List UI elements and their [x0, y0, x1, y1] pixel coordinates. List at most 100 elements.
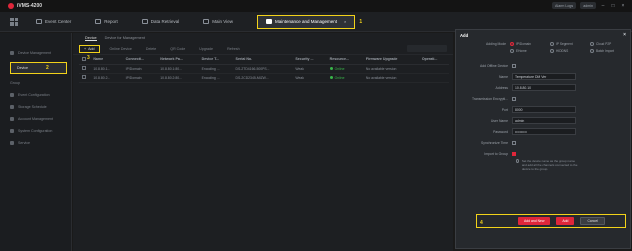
subtab-device[interactable]: Device: [85, 36, 97, 41]
sidebar-item-label: Service: [18, 141, 30, 145]
mode-ehome-radio[interactable]: EHome: [510, 49, 550, 53]
radio-label: EHome: [516, 49, 527, 53]
radio-icon: [510, 49, 514, 53]
column-header[interactable]: Firmware Upgrade: [362, 55, 419, 65]
alarm-logs-button[interactable]: Alarm Logs: [552, 2, 577, 9]
column-header[interactable]: Device T...: [198, 55, 233, 65]
add-and-new-button[interactable]: Add and New: [518, 217, 551, 225]
table-row[interactable]: 10.8.80.2... IP/Domain 10.8.80.2:80... E…: [79, 73, 449, 83]
cell-serial: DS-2TD4166-500PS...: [232, 64, 293, 74]
close-tab-icon[interactable]: ×: [344, 19, 346, 24]
username-label: User Name: [490, 118, 508, 123]
event-center-icon: [36, 19, 42, 24]
plus-icon: +: [84, 46, 87, 51]
app-logo: iVMS-4200: [8, 3, 42, 9]
sidebar-item-group[interactable]: Group: [0, 77, 71, 89]
sidebar-item-label: Device Management: [18, 51, 51, 55]
adding-mode-radio-group: IP/Domain IP Segment Cloud P2P EHome HID…: [510, 42, 630, 53]
sidebar-item-device-management[interactable]: Device Management: [0, 47, 71, 59]
cell-operation[interactable]: [418, 64, 449, 74]
cancel-button[interactable]: Cancel: [580, 217, 605, 225]
close-icon[interactable]: ×: [620, 3, 626, 9]
row-checkbox[interactable]: [82, 66, 86, 70]
maximize-icon[interactable]: □: [610, 3, 616, 9]
select-all-checkbox[interactable]: [82, 56, 86, 61]
add-device-button[interactable]: + Add: [79, 44, 100, 53]
radio-label: Cloud P2P: [596, 42, 612, 46]
transmission-encryption-checkbox[interactable]: [512, 96, 516, 101]
transmission-encryption-row: Transmission Encrypti...: [456, 93, 630, 104]
cell-connection: IP/Domain: [122, 64, 158, 74]
sidebar-item-storage[interactable]: Storage Schedule: [0, 101, 71, 113]
device-table: Name Connecti... Network Pa... Device T.…: [79, 55, 449, 83]
online-status-icon: [329, 66, 333, 70]
mode-ip-segment-radio[interactable]: IP Segment: [550, 42, 590, 46]
radio-label: HIDDNS: [556, 49, 569, 53]
table-header: Name Connecti... Network Pa... Device T.…: [79, 55, 449, 65]
sidebar-item-event-config[interactable]: Event Configuration: [0, 89, 71, 101]
address-row: Address 10.8.80.10: [456, 82, 630, 93]
cell-firmware: No available version: [362, 64, 419, 74]
address-field[interactable]: 10.8.80.10: [512, 84, 576, 91]
password-field[interactable]: ••••••••••: [512, 128, 576, 135]
sidebar-item-label: Event Configuration: [18, 93, 50, 97]
subtab-device-for-management[interactable]: Device for Management: [105, 36, 145, 40]
username-field[interactable]: admin: [512, 117, 576, 124]
cell-name: 10.8.80.1...: [90, 64, 123, 74]
column-header[interactable]: Operati...: [418, 55, 449, 65]
tab-event-center[interactable]: Event Center: [30, 15, 77, 29]
column-header[interactable]: Security ...: [292, 55, 327, 65]
search-input[interactable]: [407, 45, 447, 52]
mode-cloud-p2p-radio[interactable]: Cloud P2P: [590, 42, 630, 46]
column-header[interactable]: Network Pa...: [157, 55, 199, 65]
cell-serial: DS-2CD2345-MIZW...: [232, 73, 293, 83]
sync-time-label: Synchronize Time: [481, 140, 508, 145]
upgrade-button[interactable]: Upgrade: [195, 45, 217, 53]
sidebar-item-label: System Configuration: [18, 129, 53, 133]
name-row: Name Temperature DM Ver: [456, 71, 630, 82]
mode-ip-domain-radio[interactable]: IP/Domain: [510, 42, 550, 46]
system-config-icon: [10, 129, 14, 133]
sidebar-item-system-config[interactable]: System Configuration: [0, 125, 71, 137]
port-field[interactable]: 8000: [512, 106, 576, 113]
column-header[interactable]: Connecti...: [122, 55, 158, 65]
sidebar-item-account[interactable]: Account Management: [0, 113, 71, 125]
mode-hiddns-radio[interactable]: HIDDNS: [550, 49, 590, 53]
qr-code-button[interactable]: QR Code: [166, 45, 189, 53]
online-device-button[interactable]: Online Device: [106, 45, 136, 53]
sidebar-item-device[interactable]: Device 2: [10, 62, 67, 74]
tab-data-retrieval[interactable]: Data Retrieval: [136, 15, 186, 29]
dialog-footer: Add and New Add Cancel: [476, 214, 626, 228]
column-header[interactable]: Name: [90, 55, 123, 65]
maintenance-icon: [265, 19, 272, 24]
sidebar-item-service[interactable]: Service: [0, 137, 71, 149]
online-status-icon: [329, 75, 333, 79]
import-group-checkbox[interactable]: [512, 151, 516, 156]
add-offline-row: Add Offline Device: [456, 60, 630, 71]
tab-label: Main View: [212, 19, 233, 24]
module-grid-icon[interactable]: [10, 17, 18, 26]
sync-time-checkbox[interactable]: [512, 140, 516, 145]
name-field[interactable]: Temperature DM Ver: [512, 73, 576, 80]
add-offline-checkbox[interactable]: [512, 63, 516, 68]
main-view-icon: [203, 19, 210, 24]
delete-button[interactable]: Delete: [142, 45, 160, 53]
cell-operation[interactable]: [418, 73, 449, 83]
device-list-panel: Device Device for Management + Add Onlin…: [73, 33, 453, 251]
column-header[interactable]: Serial No.: [232, 55, 293, 65]
minimize-icon[interactable]: –: [600, 3, 606, 9]
user-menu[interactable]: admin: [580, 2, 596, 9]
mode-batch-import-radio[interactable]: Batch Import: [590, 49, 630, 53]
tab-main-view[interactable]: Main View: [197, 15, 239, 29]
table-row[interactable]: 10.8.80.1... IP/Domain 10.8.80.1:80... E…: [79, 64, 449, 74]
logo-icon: [8, 3, 14, 9]
tab-maintenance-management[interactable]: Maintenance and Management ×: [256, 14, 356, 29]
refresh-button[interactable]: Refresh: [223, 45, 244, 53]
row-checkbox[interactable]: [82, 75, 86, 79]
adding-mode-label: Adding Mode: [486, 42, 506, 46]
add-button[interactable]: Add: [556, 217, 575, 225]
tab-report[interactable]: Report: [89, 15, 124, 29]
title-bar: iVMS-4200 Alarm Logs admin – □ ×: [0, 0, 632, 12]
close-icon[interactable]: ×: [623, 32, 626, 38]
column-header[interactable]: Resource...: [326, 55, 363, 65]
